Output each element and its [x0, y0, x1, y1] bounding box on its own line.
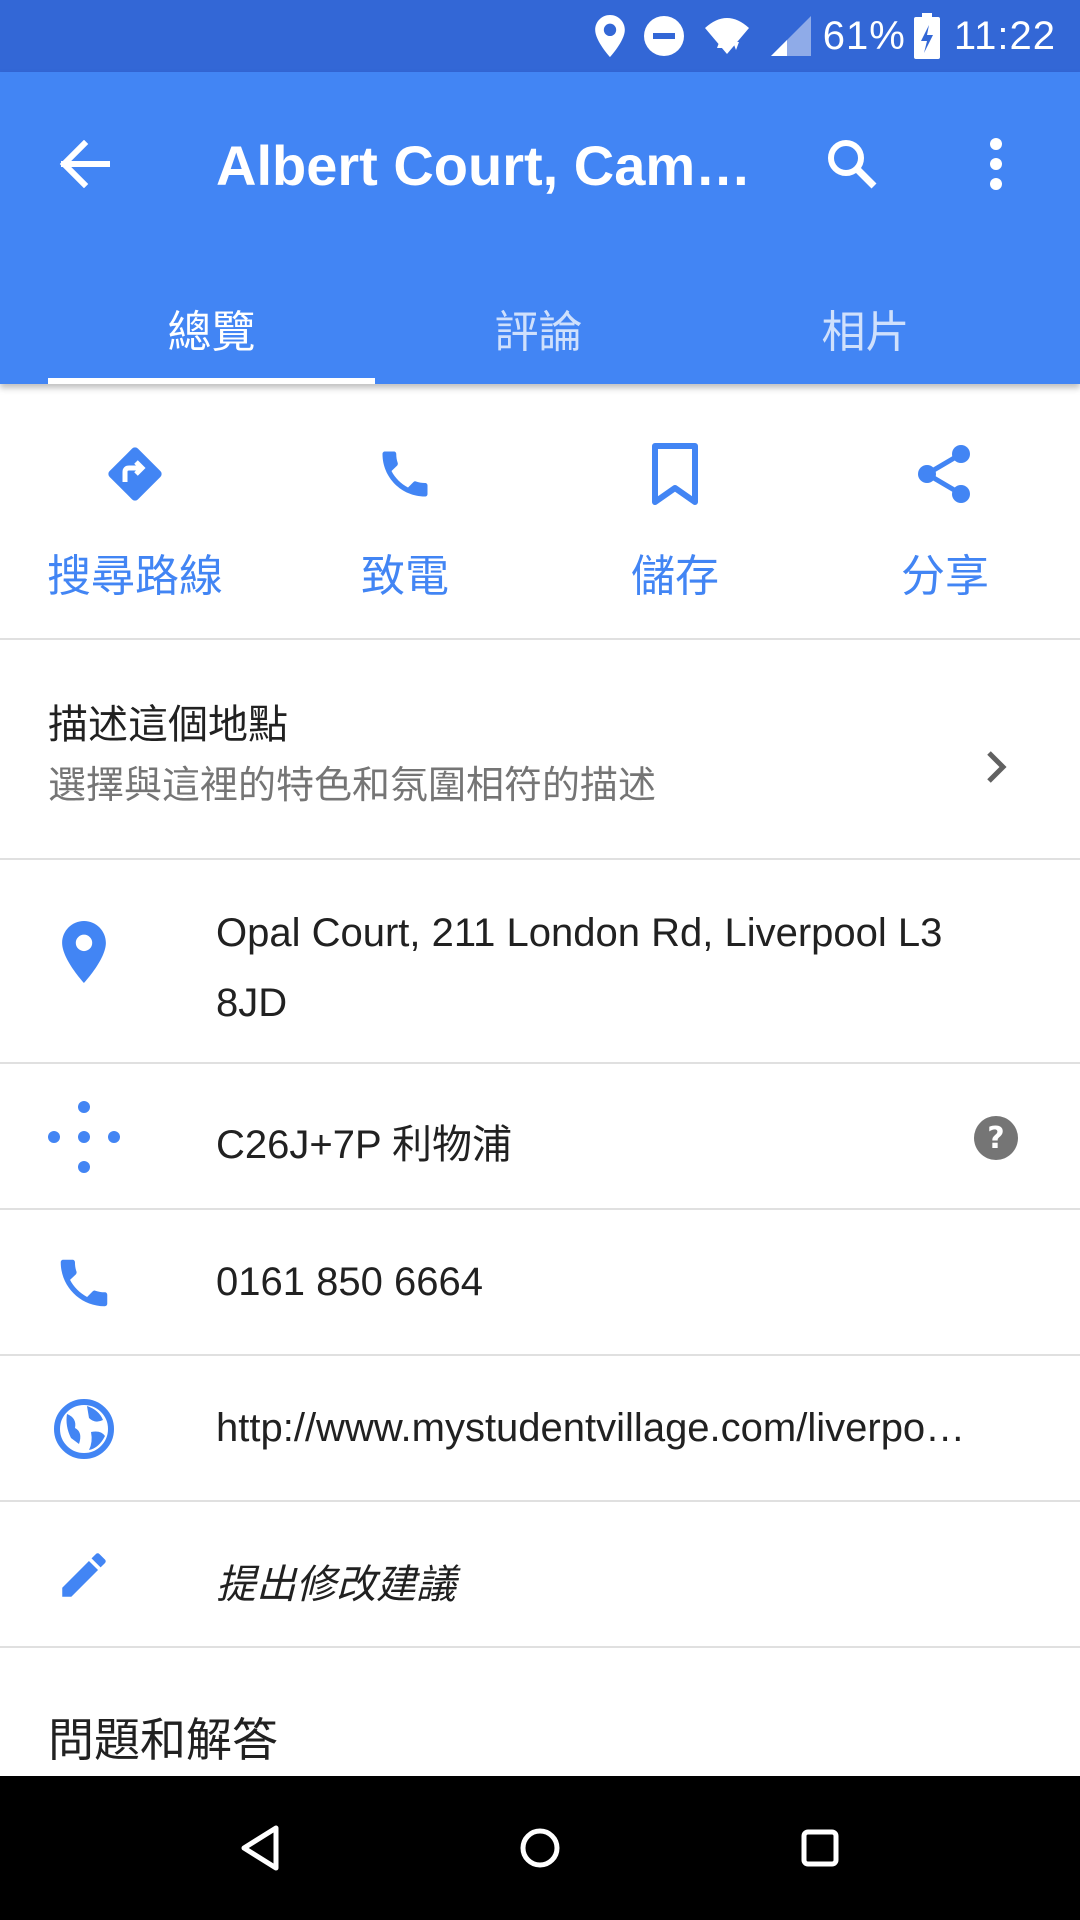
triangle-back-icon [241, 1825, 279, 1871]
suggest-edit-text: 提出修改建議 [216, 1562, 456, 1608]
plus-code-icon [44, 1097, 124, 1177]
share-icon [905, 434, 985, 514]
search-icon [828, 140, 877, 189]
website-text: http://www.mystudentvillage.com/liverpo… [216, 1406, 966, 1450]
page-title: Albert Court, Camp… [216, 134, 776, 197]
action-row: 搜尋路線 致電 儲存 分享 [0, 384, 1080, 640]
tab-bar: 總覽 評論 相片 [0, 272, 1080, 384]
call-label: 致電 [361, 551, 449, 602]
address-text: Opal Court, 211 London Rd, Liverpool L3 … [216, 911, 943, 1025]
directions-icon [95, 434, 175, 514]
battery-charging-icon [913, 13, 940, 59]
do-not-disturb-icon [643, 15, 685, 57]
more-vert-icon [990, 138, 1002, 190]
square-recents-icon [801, 1829, 839, 1867]
circle-home-icon [520, 1828, 560, 1868]
more-options-button[interactable] [956, 124, 1036, 204]
share-button[interactable]: 分享 [810, 384, 1080, 638]
save-button[interactable]: 儲存 [540, 384, 810, 638]
save-label: 儲存 [631, 551, 719, 602]
address-row[interactable]: Opal Court, 211 London Rd, Liverpool L3 … [0, 862, 1080, 1064]
qa-section-title: 問題和解答 [48, 1713, 278, 1767]
back-button[interactable] [44, 124, 124, 204]
clock: 11:22 [953, 13, 1056, 58]
nav-home-button[interactable] [504, 1812, 576, 1884]
call-button[interactable]: 致電 [270, 384, 540, 638]
battery-percent: 61% [822, 13, 906, 58]
arrow-back-icon [59, 140, 110, 188]
plus-code-row[interactable]: C26J+7P 利物浦 ? [0, 1064, 1080, 1210]
location-icon [594, 15, 625, 57]
website-row[interactable]: http://www.mystudentvillage.com/liverpo… [0, 1356, 1080, 1502]
directions-label: 搜尋路線 [47, 551, 223, 602]
edit-pencil-icon [44, 1535, 124, 1615]
directions-button[interactable]: 搜尋路線 [0, 384, 270, 638]
place-pin-icon [44, 912, 124, 992]
signal-icon [769, 14, 813, 58]
share-label: 分享 [901, 551, 989, 602]
status-bar: 61% 11:22 [0, 0, 1080, 72]
help-icon[interactable]: ? [974, 1116, 1018, 1160]
phone-icon [365, 434, 445, 514]
wifi-icon [703, 14, 751, 58]
tab-overview[interactable]: 總覽 [48, 272, 375, 384]
app-bar: Albert Court, Camp… 總覽 評論 相片 [0, 72, 1080, 384]
phone-text: 0161 850 6664 [216, 1260, 483, 1304]
nav-back-button[interactable] [224, 1812, 296, 1884]
chevron-right-icon [972, 742, 1022, 792]
bookmark-icon [635, 434, 715, 514]
suggest-edit-row[interactable]: 提出修改建議 [0, 1502, 1080, 1648]
nav-recents-button[interactable] [784, 1812, 856, 1884]
describe-subtitle: 選擇與這裡的特色和氛圍相符的描述 [48, 763, 657, 807]
tab-reviews[interactable]: 評論 [375, 272, 702, 384]
search-button[interactable] [812, 124, 892, 204]
phone-icon [44, 1243, 124, 1323]
tab-photos[interactable]: 相片 [702, 272, 1029, 384]
globe-icon [44, 1389, 124, 1469]
system-nav-bar [0, 1776, 1080, 1920]
describe-title: 描述這個地點 [48, 702, 288, 748]
plus-code-text: C26J+7P 利物浦 [216, 1123, 513, 1167]
describe-place-row[interactable]: 描述這個地點 選擇與這裡的特色和氛圍相符的描述 [0, 642, 1080, 860]
phone-row[interactable]: 0161 850 6664 [0, 1210, 1080, 1356]
